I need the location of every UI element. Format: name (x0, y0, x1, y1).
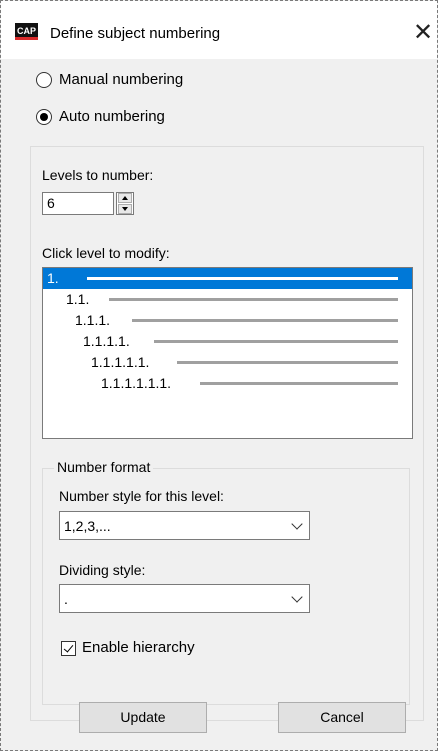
number-format-legend: Number format (54, 459, 154, 475)
level-item-2[interactable]: 1.1. (43, 289, 412, 310)
level-item-line (200, 382, 398, 385)
manual-numbering-label[interactable]: Manual numbering (59, 71, 183, 88)
close-icon[interactable]: ✕ (406, 15, 438, 49)
update-button[interactable]: Update (79, 702, 207, 733)
level-item-label: 1.1. (66, 291, 90, 307)
spin-down-icon[interactable] (118, 204, 132, 214)
levels-spinner (116, 192, 134, 215)
spin-up-icon[interactable] (118, 193, 132, 203)
level-item-line (177, 361, 398, 364)
level-item-label: 1.1.1.1.1. (91, 354, 150, 370)
dividing-style-value: . (64, 591, 68, 607)
level-item-label: 1.1.1.1.1.1. (101, 375, 172, 391)
level-list[interactable]: 1. 1.1. 1.1.1. 1.1.1.1. 1.1.1.1.1. 1.1.1… (42, 267, 413, 439)
level-item-line (132, 319, 398, 322)
level-item-5[interactable]: 1.1.1.1.1. (43, 352, 412, 373)
number-style-label: Number style for this level: (59, 488, 224, 504)
title-bar[interactable]: CAP Define subject numbering ✕ (1, 1, 437, 59)
level-item-1[interactable]: 1. (43, 268, 412, 289)
level-item-label: 1.1.1.1. (83, 333, 130, 349)
cancel-button[interactable]: Cancel (278, 702, 406, 733)
level-item-4[interactable]: 1.1.1.1. (43, 331, 412, 352)
number-style-select[interactable]: 1,2,3,... (59, 511, 310, 540)
number-style-value: 1,2,3,... (64, 518, 111, 534)
level-item-3[interactable]: 1.1.1. (43, 310, 412, 331)
manual-numbering-radio[interactable] (36, 72, 52, 88)
dialog-title: Define subject numbering (50, 25, 221, 42)
dividing-style-label: Dividing style: (59, 562, 146, 578)
level-item-6[interactable]: 1.1.1.1.1.1. (43, 373, 412, 394)
level-item-line (87, 277, 398, 280)
levels-to-number-label: Levels to number: (42, 167, 154, 183)
define-subject-numbering-dialog: CAP Define subject numbering ✕ Manual nu… (0, 0, 438, 751)
level-item-label: 1.1.1. (75, 312, 111, 328)
enable-hierarchy-checkbox[interactable] (61, 641, 76, 656)
levels-to-number-input[interactable]: 6 (42, 192, 114, 215)
dividing-style-select[interactable]: . (59, 584, 310, 613)
chevron-down-icon (291, 591, 303, 603)
enable-hierarchy-label[interactable]: Enable hierarchy (82, 639, 195, 656)
auto-numbering-label[interactable]: Auto numbering (59, 108, 165, 125)
level-item-line (109, 298, 398, 301)
auto-numbering-radio[interactable] (36, 109, 52, 125)
level-item-line (154, 340, 398, 343)
level-item-label: 1. (47, 270, 59, 286)
click-level-label: Click level to modify: (42, 245, 170, 261)
chevron-down-icon (291, 518, 303, 530)
app-logo-icon: CAP (15, 23, 38, 40)
